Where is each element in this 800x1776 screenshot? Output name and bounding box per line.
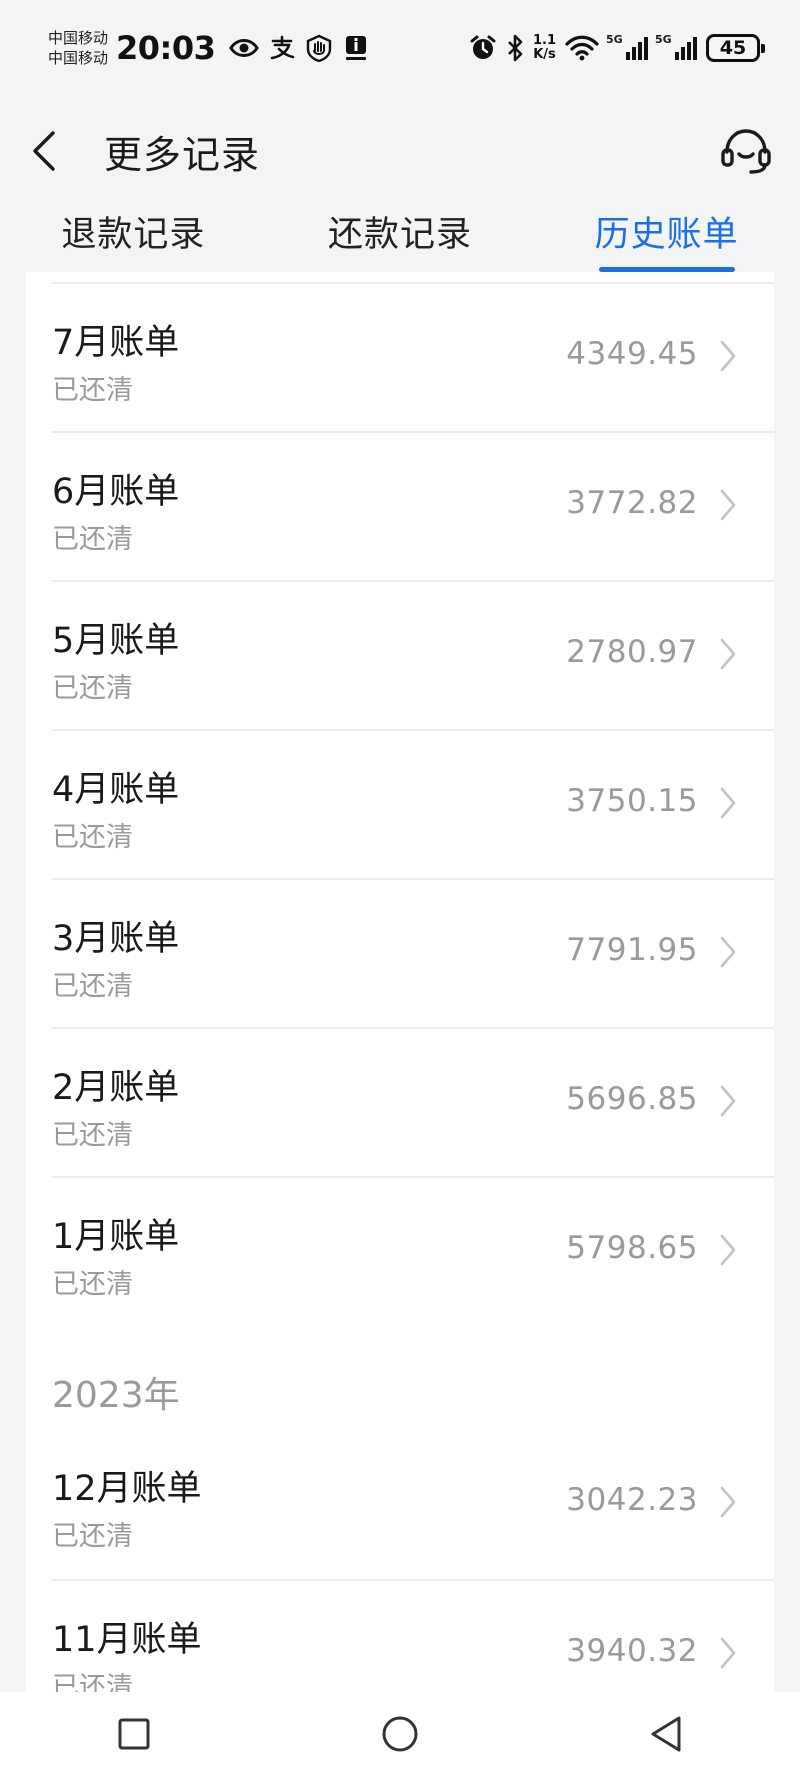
bill-row-december[interactable]: 12月账单 已还清 3042.23 bbox=[52, 1430, 774, 1579]
bill-row-january[interactable]: 1月账单 已还清 5798.65 bbox=[52, 1176, 774, 1325]
bill-amount: 7791.95 bbox=[566, 932, 698, 968]
chevron-right-icon bbox=[716, 1633, 740, 1673]
bill-amount: 3772.82 bbox=[566, 485, 698, 521]
signal-strength-icon: 5G bbox=[655, 33, 697, 60]
page-header: 更多记录 bbox=[0, 96, 800, 206]
notification-icons bbox=[229, 34, 369, 62]
bill-status: 已还清 bbox=[52, 673, 133, 704]
signal-2-label: 5G bbox=[655, 32, 672, 46]
tab-label: 历史账单 bbox=[594, 215, 739, 255]
info-notification-icon bbox=[343, 34, 369, 62]
bill-status: 已还清 bbox=[52, 822, 133, 853]
chevron-right-icon bbox=[716, 1482, 740, 1522]
battery-level: 45 bbox=[719, 37, 747, 59]
triangle-back-icon bbox=[651, 1716, 681, 1752]
network-speed: 1.1 K/s bbox=[533, 34, 556, 62]
bill-amount: 4349.45 bbox=[566, 336, 698, 372]
square-icon bbox=[118, 1718, 150, 1750]
status-bar: 中国移动 中国移动 20:03 1.1 K/s 5G 5G 45 bbox=[0, 0, 800, 96]
bill-amount: 5798.65 bbox=[566, 1230, 698, 1266]
chevron-right-icon bbox=[716, 336, 740, 376]
chevron-right-icon bbox=[716, 1230, 740, 1270]
bill-amount: 3940.32 bbox=[566, 1633, 698, 1669]
bill-row-april[interactable]: 4月账单 已还清 3750.15 bbox=[52, 729, 774, 878]
headset-icon bbox=[721, 129, 771, 174]
tab-refund-records[interactable]: 退款记录 bbox=[0, 206, 267, 272]
bill-title: 12月账单 bbox=[52, 1469, 202, 1509]
signal-1-label: 5G bbox=[606, 32, 623, 46]
carrier-1: 中国移动 bbox=[48, 29, 109, 47]
bill-list[interactable]: 7月账单 已还清 4349.45 6月账单 已还清 3772.82 5月账单 已… bbox=[0, 272, 800, 1692]
bill-title: 5月账单 bbox=[52, 621, 180, 661]
customer-service-button[interactable] bbox=[716, 121, 776, 181]
chevron-right-icon bbox=[716, 634, 740, 674]
bill-amount: 5696.85 bbox=[566, 1081, 698, 1117]
signal-strength-icon: 5G bbox=[606, 33, 648, 60]
bill-status: 已还清 bbox=[52, 971, 133, 1002]
bill-status: 已还清 bbox=[52, 1120, 133, 1151]
bill-title: 11月账单 bbox=[52, 1620, 202, 1660]
bluetooth-icon bbox=[506, 34, 524, 62]
status-time: 20:03 bbox=[116, 29, 216, 67]
tab-label: 还款记录 bbox=[328, 215, 473, 255]
circle-icon bbox=[382, 1716, 418, 1752]
record-tabs: 退款记录 还款记录 历史账单 bbox=[0, 206, 800, 272]
bill-title: 7月账单 bbox=[52, 323, 180, 363]
tab-bill-history[interactable]: 历史账单 bbox=[533, 206, 800, 272]
net-speed-unit: K/s bbox=[533, 47, 556, 62]
alarm-icon bbox=[469, 34, 497, 62]
tab-label: 退款记录 bbox=[61, 215, 206, 255]
bill-status: 已还清 bbox=[52, 375, 133, 406]
bill-status: 已还清 bbox=[52, 1269, 133, 1300]
bill-title: 4月账单 bbox=[52, 770, 180, 810]
hand-shield-icon bbox=[305, 34, 333, 62]
page-title: 更多记录 bbox=[104, 132, 261, 177]
bill-amount: 3750.15 bbox=[566, 783, 698, 819]
chevron-right-icon bbox=[716, 485, 740, 525]
bill-row-march[interactable]: 3月账单 已还清 7791.95 bbox=[52, 878, 774, 1027]
bill-row-june[interactable]: 6月账单 已还清 3772.82 bbox=[52, 431, 774, 580]
battery-icon: 45 bbox=[706, 34, 765, 62]
bill-row-february[interactable]: 2月账单 已还清 5696.85 bbox=[52, 1027, 774, 1176]
net-speed-value: 1.1 bbox=[532, 33, 556, 48]
back-button[interactable] bbox=[24, 121, 64, 181]
bill-title: 6月账单 bbox=[52, 472, 180, 512]
bill-status: 已还清 bbox=[52, 1521, 133, 1552]
bill-amount: 2780.97 bbox=[566, 634, 698, 670]
bill-title: 1月账单 bbox=[52, 1217, 180, 1257]
bill-title: 3月账单 bbox=[52, 919, 180, 959]
system-back-button[interactable] bbox=[533, 1692, 799, 1776]
system-status-icons: 1.1 K/s 5G 5G 45 bbox=[469, 33, 765, 62]
bill-row-may[interactable]: 5月账单 已还清 2780.97 bbox=[52, 580, 774, 729]
bill-status: 已还清 bbox=[52, 524, 133, 555]
tab-repayment-records[interactable]: 还款记录 bbox=[267, 206, 534, 272]
recent-apps-button[interactable] bbox=[1, 1692, 267, 1776]
chevron-right-icon bbox=[716, 1081, 740, 1121]
bill-title: 2月账单 bbox=[52, 1068, 180, 1108]
alipay-icon bbox=[269, 35, 295, 61]
year-section-label: 2023年 bbox=[52, 1375, 180, 1416]
bill-amount: 3042.23 bbox=[566, 1482, 698, 1518]
chevron-right-icon bbox=[716, 932, 740, 972]
bill-row-november[interactable]: 11月账单 已还清 3940.32 bbox=[52, 1579, 774, 1692]
chevron-right-icon bbox=[716, 783, 740, 823]
bill-status: 已还清 bbox=[52, 1672, 133, 1692]
bill-group-card-2023: 2023年 12月账单 已还清 3042.23 11月账单 已还清 3940.3… bbox=[26, 1352, 774, 1692]
eye-icon bbox=[229, 37, 260, 59]
chevron-left-icon bbox=[33, 131, 55, 171]
home-button[interactable] bbox=[267, 1692, 533, 1776]
bill-row-july[interactable]: 7月账单 已还清 4349.45 bbox=[52, 282, 774, 431]
carrier-info: 中国移动 中国移动 bbox=[48, 28, 108, 68]
carrier-2: 中国移动 bbox=[48, 49, 109, 67]
system-navigation-bar bbox=[0, 1692, 800, 1776]
wifi-icon bbox=[565, 35, 599, 61]
